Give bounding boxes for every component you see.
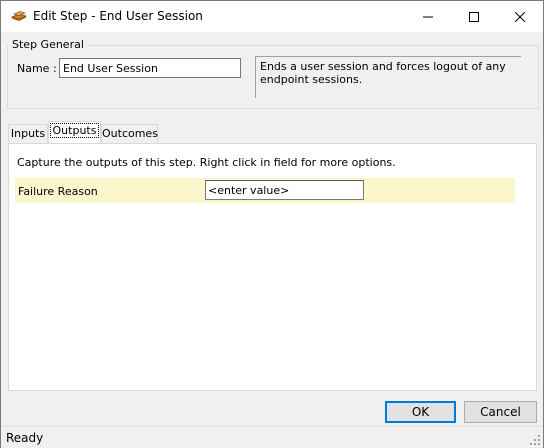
resize-grip-icon[interactable] [530, 435, 540, 445]
tab-label: Outputs [49, 123, 100, 138]
step-description: Ends a user session and forces logout of… [255, 56, 521, 98]
ok-button[interactable]: OK [385, 401, 456, 423]
status-text: Ready [6, 431, 44, 445]
window-title: Edit Step - End User Session [33, 9, 203, 23]
close-icon [515, 11, 525, 22]
dialog-window: Edit Step - End User Session Step Genera… [0, 0, 544, 448]
status-bar: Ready [1, 426, 543, 448]
name-input[interactable] [59, 58, 241, 78]
tab-label: Outcomes [102, 127, 158, 140]
close-button[interactable] [497, 1, 543, 32]
tab-inputs[interactable]: Inputs [8, 124, 48, 142]
minimize-icon [423, 16, 433, 17]
outputs-instruction: Capture the outputs of this step. Right … [17, 156, 396, 169]
name-label: Name : [17, 62, 57, 75]
output-row-failure-reason: Failure Reason [15, 178, 515, 203]
cancel-button[interactable]: Cancel [464, 401, 537, 423]
failure-reason-input[interactable] [205, 180, 364, 200]
outputs-panel: Capture the outputs of this step. Right … [8, 143, 537, 391]
tab-outcomes[interactable]: Outcomes [101, 124, 158, 142]
maximize-button[interactable] [451, 1, 497, 32]
output-label: Failure Reason [18, 185, 98, 198]
minimize-button[interactable] [405, 1, 451, 32]
step-general-label: Step General [9, 38, 87, 51]
stack-icon [11, 11, 27, 21]
title-bar[interactable]: Edit Step - End User Session [1, 1, 543, 32]
tab-label: Inputs [10, 127, 46, 140]
maximize-icon [469, 11, 479, 22]
tab-outputs[interactable]: Outputs [48, 121, 101, 143]
